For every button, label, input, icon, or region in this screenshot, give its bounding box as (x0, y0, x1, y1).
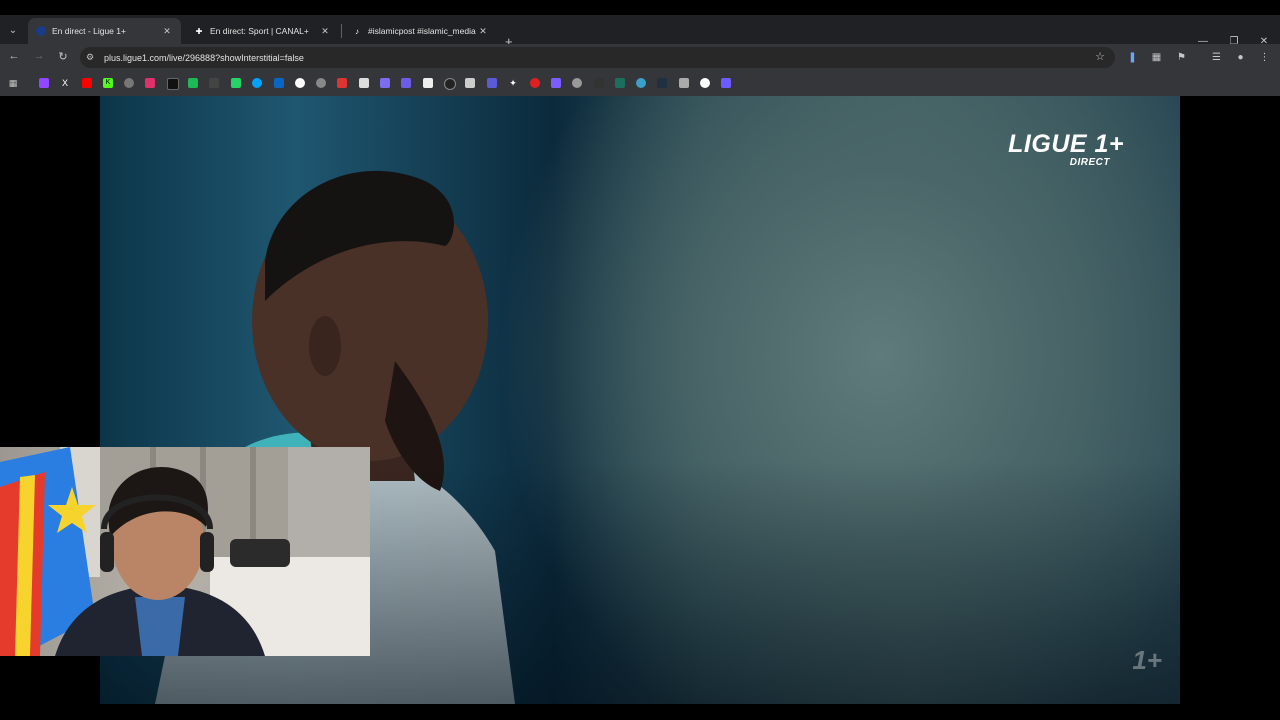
profile-avatar-icon[interactable]: ● (1235, 52, 1246, 63)
bookmark-star-icon[interactable]: ☆ (1095, 50, 1105, 63)
bookmark-icon[interactable] (444, 78, 456, 90)
canal-plus-favicon-icon: ✚ (195, 26, 203, 36)
bookmark-icon[interactable] (615, 78, 625, 88)
bookmark-icon[interactable] (401, 78, 411, 88)
apps-grid-icon[interactable]: ▦ (8, 78, 18, 88)
bookmark-icon[interactable] (594, 78, 604, 88)
close-tab-icon[interactable]: ✕ (161, 26, 173, 37)
ligue1-favicon-icon (36, 26, 46, 36)
tab-canal[interactable]: ✚ En direct: Sport | CANAL+ ✕ (186, 18, 339, 44)
info-bookmark-icon[interactable] (295, 78, 305, 88)
x-bookmark-icon[interactable]: X (60, 78, 70, 88)
tab-search-icon[interactable]: ⌄ (4, 21, 22, 39)
bookmark-icon[interactable] (679, 78, 689, 88)
bookmark-icon[interactable] (636, 78, 646, 88)
bookmark-icon[interactable] (209, 78, 219, 88)
close-tab-icon[interactable]: ✕ (477, 26, 489, 37)
twitch-bookmark-icon[interactable] (39, 78, 49, 88)
forward-icon[interactable]: → (31, 50, 47, 62)
extension-icon[interactable]: ❚ (1127, 52, 1138, 63)
webcam-overlay (0, 447, 370, 656)
media-control-icon[interactable]: ☰ (1211, 52, 1222, 63)
omnibox[interactable]: ⚙ plus.ligue1.com/live/296888?showInters… (80, 47, 1115, 68)
ligue1-logo: LIGUE 1+ DIRECT (1008, 131, 1124, 168)
webcam-scene (0, 447, 370, 656)
linkedin-bookmark-icon[interactable] (274, 78, 284, 88)
top-black-strip (0, 0, 1280, 15)
bookmark-icon[interactable] (337, 78, 347, 88)
url-text[interactable]: plus.ligue1.com/live/296888?showIntersti… (104, 53, 304, 63)
bookmarks-bar: ▦ X K ✦ (0, 71, 1280, 96)
globe-bookmark-icon[interactable] (124, 78, 134, 88)
logo-main-text: LIGUE 1+ (1008, 130, 1124, 158)
bookmark-icon[interactable]: ✦ (508, 78, 518, 88)
tab-title: #islamicpost #islamic_media # (368, 26, 477, 36)
bookmark-icon[interactable] (530, 78, 540, 88)
extensions-puzzle-icon[interactable]: ⚑ (1176, 52, 1187, 63)
tab-title: En direct: Sport | CANAL+ (210, 26, 309, 36)
bookmark-icon[interactable] (359, 78, 369, 88)
extension-icon[interactable]: ▦ (1151, 52, 1162, 63)
close-tab-icon[interactable]: ✕ (319, 26, 331, 37)
bookmark-icon[interactable] (252, 78, 262, 88)
logo-sub-text: DIRECT (1069, 157, 1110, 168)
bookmark-icon[interactable] (465, 78, 475, 88)
bookmark-icon[interactable] (700, 78, 710, 88)
kick-bookmark-icon[interactable]: K (103, 78, 113, 88)
tab-separator (341, 24, 342, 38)
tab-ligue1[interactable]: En direct - Ligue 1+ ✕ (28, 18, 181, 44)
address-bar-row: ← → ↻ ⚙ plus.ligue1.com/live/296888?show… (0, 44, 1280, 71)
reload-icon[interactable]: ↻ (55, 50, 71, 63)
tiktok-favicon-icon: ♪ (355, 26, 359, 36)
watermark: 1+ (1132, 645, 1162, 675)
menu-kebab-icon[interactable]: ⋮ (1259, 52, 1270, 63)
back-icon[interactable]: ← (6, 50, 22, 62)
tiktok-bookmark-icon[interactable] (167, 78, 179, 90)
bookmark-icon[interactable] (657, 78, 667, 88)
youtube-bookmark-icon[interactable] (82, 78, 92, 88)
bookmark-icon[interactable] (551, 78, 561, 88)
site-info-icon[interactable]: ⚙ (86, 52, 98, 63)
bookmark-icon[interactable] (721, 78, 731, 88)
bookmark-icon[interactable] (380, 78, 390, 88)
bookmark-icon[interactable] (316, 78, 326, 88)
bookmark-icon[interactable] (231, 78, 241, 88)
tab-title: En direct - Ligue 1+ (52, 26, 126, 36)
bookmark-icon[interactable] (572, 78, 582, 88)
instagram-bookmark-icon[interactable] (145, 78, 155, 88)
bookmark-icon[interactable] (188, 78, 198, 88)
bookmark-icon[interactable] (487, 78, 497, 88)
tab-strip: ⌄ En direct - Ligue 1+ ✕ ✚ En direct: Sp… (0, 15, 1280, 49)
bookmark-icon[interactable] (423, 78, 433, 88)
tab-tiktok[interactable]: ♪ #islamicpost #islamic_media # ✕ (344, 18, 497, 44)
